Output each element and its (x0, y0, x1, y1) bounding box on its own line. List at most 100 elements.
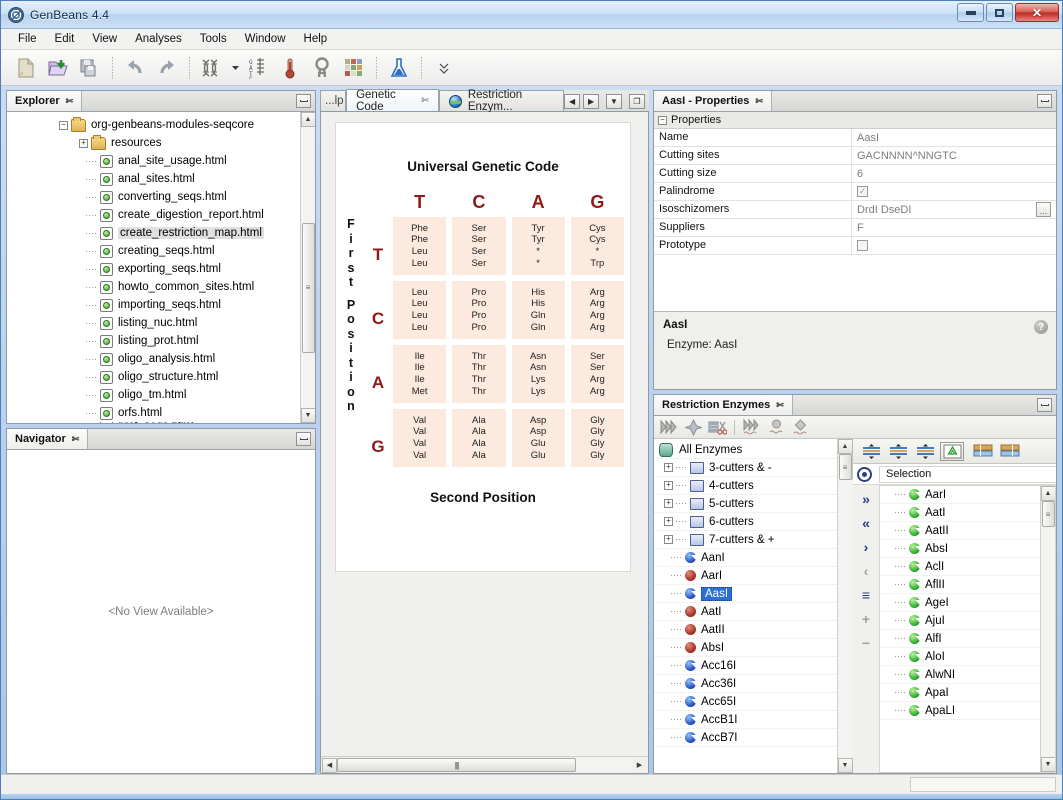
tree-node-folder[interactable]: +4-cutters (654, 477, 837, 495)
new-file-icon[interactable] (11, 53, 41, 83)
scroll-thumb[interactable]: ≡ (838, 454, 852, 480)
tree-node-folder[interactable]: +7-cutters & + (654, 531, 837, 549)
minimize-panel-button[interactable] (296, 432, 311, 446)
scroll-right-button[interactable]: ▶ (632, 758, 647, 773)
expand-toggle-icon[interactable]: + (79, 138, 88, 148)
move-left-button[interactable]: ‹ (855, 560, 877, 581)
property-row-cutting-size[interactable]: Cutting size 6 (654, 165, 1056, 183)
property-row-suppliers[interactable]: Suppliers F (654, 219, 1056, 237)
enzyme-tree-scrollbar[interactable]: ▲ ≡ ▼ (837, 439, 853, 773)
selection-item[interactable]: AloI (880, 648, 1040, 666)
tree-enzyme-item[interactable]: Acc36I (654, 675, 837, 693)
property-value[interactable]: F (852, 219, 1056, 236)
tree-enzyme-item[interactable]: AanI (654, 549, 837, 567)
tree-enzyme-item-selected[interactable]: AasI (654, 585, 837, 603)
redo-icon[interactable] (152, 53, 182, 83)
scroll-track[interactable] (1040, 527, 1055, 757)
tree-enzyme-item[interactable]: AatI (654, 603, 837, 621)
tree-item-file[interactable]: anal_site_usage.html (7, 152, 315, 170)
explorer-tab[interactable]: Explorer ✄ (7, 91, 83, 111)
move-all-right-button[interactable]: » (855, 488, 877, 509)
selection-item[interactable]: AarI (880, 486, 1040, 504)
editor-horizontal-scrollbar[interactable]: ◀ |||| ▶ (321, 756, 648, 773)
scroll-track[interactable] (837, 480, 853, 758)
selection-item[interactable]: AjuI (880, 612, 1040, 630)
property-value[interactable]: DrdI DseDI ... (852, 201, 1056, 218)
menu-item-help[interactable]: Help (295, 31, 337, 47)
tab-genetic-code[interactable]: Genetic Code ✄ (346, 89, 439, 113)
close-icon[interactable]: ✄ (66, 96, 74, 107)
expand-toggle-icon[interactable]: + (664, 535, 673, 544)
dna-helix-icon[interactable] (197, 53, 227, 83)
tab-restriction-enzymes[interactable]: Restriction Enzym... (438, 89, 565, 113)
selection-list[interactable]: AarI AatI AatII AbsI AclI AflII AgeI Aju… (879, 485, 1056, 773)
list-view-2-icon[interactable] (886, 442, 910, 461)
tree-item-file[interactable]: oligo_tm.html (7, 386, 315, 404)
scroll-track[interactable] (576, 757, 632, 773)
diamond-site-icon[interactable] (790, 418, 810, 437)
collapse-toggle-icon[interactable]: − (658, 115, 667, 125)
property-value[interactable]: 6 (852, 165, 1056, 182)
selection-item[interactable]: AbsI (880, 540, 1040, 558)
tree-item-file[interactable]: exporting_seqs.html (7, 260, 315, 278)
tree-item-file[interactable]: converting_seqs.html (7, 188, 315, 206)
tree-item-file[interactable]: howto_common_sites.html (7, 278, 315, 296)
add-button[interactable]: + (855, 608, 877, 629)
save-all-icon[interactable] (75, 53, 105, 83)
checkbox-checked-icon[interactable]: ✓ (857, 186, 868, 197)
selection-item[interactable]: AflII (880, 576, 1040, 594)
property-value[interactable]: GACNNNN^NNGTC (852, 147, 1056, 164)
properties-tab[interactable]: AasI - Properties ✄ (654, 91, 772, 111)
explorer-vertical-scrollbar[interactable]: ▲ ≡ ▼ (300, 112, 315, 423)
expand-toggle-icon[interactable]: + (664, 517, 673, 526)
tree-item-file[interactable]: oligo_structure.html (7, 368, 315, 386)
property-value[interactable]: AasI (852, 129, 1056, 146)
expand-toggle-icon[interactable]: + (664, 481, 673, 490)
scroll-up-button[interactable]: ▲ (837, 439, 853, 454)
move-all-left-button[interactable]: « (855, 512, 877, 533)
selection-item[interactable]: AgeI (880, 594, 1040, 612)
list-all-button[interactable]: ≡ (855, 584, 877, 605)
cut-wave-icon[interactable] (742, 418, 762, 437)
maximize-button[interactable] (986, 3, 1013, 22)
expand-toggle-icon[interactable]: + (664, 463, 673, 472)
scroll-down-button[interactable]: ▼ (1040, 757, 1055, 772)
remove-button[interactable]: − (855, 632, 877, 653)
tree-item-file[interactable]: orfs.html (7, 404, 315, 422)
tree-item-file-selected[interactable]: create_restriction_map.html (7, 224, 315, 242)
scroll-thumb[interactable]: ≡ (301, 222, 315, 353)
scroll-track[interactable] (300, 127, 315, 223)
tree-node-folder[interactable]: +5-cutters (654, 495, 837, 513)
collapse-toggle-icon[interactable]: − (59, 120, 68, 130)
close-icon[interactable]: ✄ (421, 95, 429, 106)
selection-item[interactable]: AclI (880, 558, 1040, 576)
restriction-tab[interactable]: Restriction Enzymes ✄ (654, 395, 793, 415)
tab-scroll-left-button[interactable]: ◀ (564, 94, 581, 109)
tree-node-root[interactable]: − org-genbeans-modules-seqcore (7, 116, 315, 134)
property-row-palindrome[interactable]: Palindrome ✓ (654, 183, 1056, 201)
minimize-panel-button[interactable] (1037, 398, 1052, 412)
scroll-down-button[interactable]: ▼ (837, 758, 853, 773)
scroll-left-button[interactable]: ◀ (322, 757, 337, 773)
selection-item[interactable]: ApaLI (880, 702, 1040, 720)
selection-list-scrollbar[interactable]: ▲ ≡ ▼ (1040, 486, 1055, 772)
tree-enzyme-item[interactable]: AbsI (654, 639, 837, 657)
tab-scroll-right-button[interactable]: ▶ (583, 94, 600, 109)
open-file-icon[interactable] (43, 53, 73, 83)
tree-item-file[interactable]: oligo_analysis.html (7, 350, 315, 368)
digest-icon[interactable] (707, 418, 727, 437)
selection-item[interactable]: ApaI (880, 684, 1040, 702)
move-right-button[interactable]: › (855, 536, 877, 557)
property-row-isoschizomers[interactable]: Isoschizomers DrdI DseDI ... (654, 201, 1056, 219)
blunt-cut-icon[interactable] (683, 418, 703, 437)
menu-item-tools[interactable]: Tools (191, 31, 236, 47)
minimize-button[interactable] (957, 3, 984, 22)
tree-item-file[interactable]: listing_nuc.html (7, 314, 315, 332)
color-grid-icon[interactable] (339, 53, 369, 83)
selection-item[interactable]: AatII (880, 522, 1040, 540)
pair-view-2-icon[interactable] (998, 442, 1022, 461)
scroll-up-button[interactable]: ▲ (300, 112, 315, 127)
scroll-thumb[interactable]: ≡ (1041, 501, 1055, 527)
tree-enzyme-item[interactable]: AccB7I (654, 729, 837, 747)
menu-item-window[interactable]: Window (236, 31, 295, 47)
